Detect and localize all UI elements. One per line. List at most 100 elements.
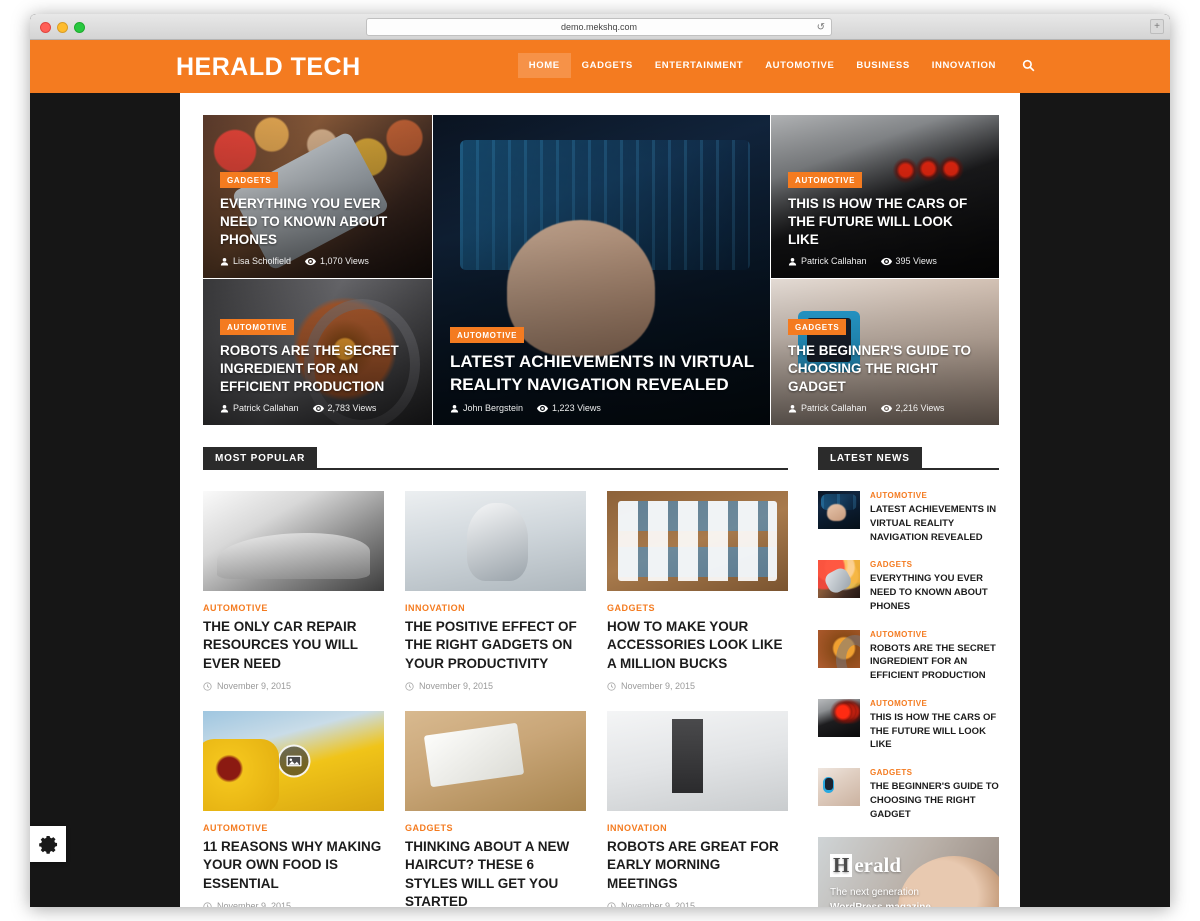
hero-views: 2,216 Views — [880, 403, 944, 413]
article-title[interactable]: THINKING ABOUT A NEW HAIRCUT? THESE 6 ST… — [405, 838, 586, 907]
settings-toggle-button[interactable] — [30, 826, 66, 862]
hero-title[interactable]: THIS IS HOW THE CARS OF THE FUTURE WILL … — [788, 195, 985, 249]
hero-title[interactable]: LATEST ACHIEVEMENTS IN VIRTUAL REALITY N… — [450, 350, 756, 396]
news-title[interactable]: LATEST ACHIEVEMENTS IN VIRTUAL REALITY N… — [870, 503, 999, 544]
hero-card-gadget-guide[interactable]: GADGETS THE BEGINNER'S GUIDE TO CHOOSING… — [771, 279, 999, 425]
article-title[interactable]: ROBOTS ARE GREAT FOR EARLY MORNING MEETI… — [607, 838, 788, 893]
hero-author: Patrick Callahan — [220, 403, 299, 413]
article-title[interactable]: HOW TO MAKE YOUR ACCESSORIES LOOK LIKE A… — [607, 618, 788, 673]
article-title[interactable]: THE POSITIVE EFFECT OF THE RIGHT GADGETS… — [405, 618, 586, 673]
article-thumbnail[interactable] — [405, 491, 586, 591]
hero-title[interactable]: ROBOTS ARE THE SECRET INGREDIENT FOR AN … — [220, 342, 418, 396]
news-title[interactable]: THIS IS HOW THE CARS OF THE FUTURE WILL … — [870, 711, 999, 752]
article-card[interactable]: AUTOMOTIVE THE ONLY CAR REPAIR RESOURCES… — [203, 491, 384, 691]
article-category[interactable]: AUTOMOTIVE — [203, 603, 384, 613]
eye-icon — [305, 257, 317, 265]
article-thumbnail[interactable] — [607, 711, 788, 812]
eye-icon — [880, 404, 892, 412]
sidebar-ad-banner[interactable]: Herald The next generation WordPress mag… — [818, 837, 999, 907]
hero-author: Patrick Callahan — [788, 256, 867, 266]
ad-logo-rest: erald — [854, 853, 901, 878]
gallery-icon — [277, 744, 310, 778]
gear-icon — [38, 835, 57, 854]
article-card[interactable]: INNOVATION ROBOTS ARE GREAT FOR EARLY MO… — [607, 711, 788, 907]
news-list-item[interactable]: AUTOMOTIVE ROBOTS ARE THE SECRET INGREDI… — [818, 629, 999, 683]
news-category[interactable]: AUTOMOTIVE — [870, 491, 999, 500]
section-header-most-popular: MOST POPULAR — [203, 447, 788, 470]
reload-icon[interactable]: ↺ — [817, 22, 825, 33]
user-icon — [450, 404, 459, 412]
news-category[interactable]: GADGETS — [870, 768, 999, 777]
main-navigation: HOME GADGETS ENTERTAINMENT AUTOMOTIVE BU… — [517, 53, 1040, 78]
news-category[interactable]: GADGETS — [870, 560, 999, 569]
hero-views: 1,223 Views — [537, 403, 601, 413]
news-list-item[interactable]: AUTOMOTIVE THIS IS HOW THE CARS OF THE F… — [818, 698, 999, 752]
article-thumbnail[interactable] — [405, 711, 586, 812]
eye-icon — [537, 404, 549, 412]
news-category[interactable]: AUTOMOTIVE — [870, 699, 999, 708]
news-title[interactable]: ROBOTS ARE THE SECRET INGREDIENT FOR AN … — [870, 642, 999, 683]
article-category[interactable]: INNOVATION — [607, 823, 788, 833]
news-thumbnail[interactable] — [818, 768, 860, 807]
article-category[interactable]: GADGETS — [405, 823, 586, 833]
search-icon[interactable] — [1017, 54, 1040, 77]
article-title[interactable]: THE ONLY CAR REPAIR RESOURCES YOU WILL E… — [203, 618, 384, 673]
new-tab-button[interactable]: + — [1150, 19, 1164, 34]
article-category[interactable]: GADGETS — [607, 603, 788, 613]
nav-item-business[interactable]: BUSINESS — [845, 53, 920, 78]
news-list-item[interactable]: AUTOMOTIVE LATEST ACHIEVEMENTS IN VIRTUA… — [818, 491, 999, 544]
news-thumbnail[interactable] — [818, 698, 860, 737]
article-card[interactable]: INNOVATION THE POSITIVE EFFECT OF THE RI… — [405, 491, 586, 691]
site-logo[interactable]: HERALD TECH — [176, 53, 361, 82]
article-card[interactable]: GADGETS THINKING ABOUT A NEW HAIRCUT? TH… — [405, 711, 586, 907]
news-thumbnail[interactable] — [818, 560, 860, 599]
news-title[interactable]: THE BEGINNER'S GUIDE TO CHOOSING THE RIG… — [870, 780, 999, 821]
hero-views: 1,070 Views — [305, 256, 369, 266]
address-bar[interactable]: demo.mekshq.com ↺ — [366, 18, 832, 36]
hero-category-badge[interactable]: AUTOMOTIVE — [450, 326, 525, 343]
news-list-item[interactable]: GADGETS EVERYTHING YOU EVER NEED TO KNOW… — [818, 560, 999, 613]
news-title[interactable]: EVERYTHING YOU EVER NEED TO KNOWN ABOUT … — [870, 572, 999, 613]
close-window-button[interactable] — [40, 22, 51, 33]
article-date: November 9, 2015 — [607, 901, 788, 907]
hero-card-robots[interactable]: AUTOMOTIVE ROBOTS ARE THE SECRET INGREDI… — [203, 279, 432, 425]
nav-item-gadgets[interactable]: GADGETS — [571, 53, 644, 78]
article-thumbnail[interactable] — [203, 711, 384, 812]
nav-item-automotive[interactable]: AUTOMOTIVE — [754, 53, 845, 78]
article-category[interactable]: AUTOMOTIVE — [203, 823, 384, 833]
hero-category-badge[interactable]: GADGETS — [220, 172, 279, 189]
article-date: November 9, 2015 — [405, 681, 586, 691]
nav-item-innovation[interactable]: INNOVATION — [921, 53, 1007, 78]
hero-title[interactable]: THE BEGINNER'S GUIDE TO CHOOSING THE RIG… — [788, 342, 985, 396]
nav-item-home[interactable]: HOME — [517, 53, 571, 78]
hero-category-badge[interactable]: AUTOMOTIVE — [788, 172, 863, 189]
article-card[interactable]: GADGETS HOW TO MAKE YOUR ACCESSORIES LOO… — [607, 491, 788, 691]
hero-card-future-cars[interactable]: AUTOMOTIVE THIS IS HOW THE CARS OF THE F… — [771, 115, 999, 278]
article-card[interactable]: AUTOMOTIVE 11 REASONS WHY MAKING YOUR OW… — [203, 711, 384, 907]
article-category[interactable]: INNOVATION — [405, 603, 586, 613]
address-bar-url: demo.mekshq.com — [560, 22, 638, 32]
hero-card-phones[interactable]: GADGETS EVERYTHING YOU EVER NEED TO KNOW… — [203, 115, 432, 278]
eye-icon — [880, 257, 892, 265]
content-columns: MOST POPULAR AUTOMOTIVE THE ONLY CAR REP… — [203, 447, 999, 907]
hero-category-badge[interactable]: GADGETS — [788, 319, 847, 336]
news-category[interactable]: AUTOMOTIVE — [870, 630, 999, 639]
minimize-window-button[interactable] — [57, 22, 68, 33]
clock-icon — [203, 902, 212, 907]
news-thumbnail[interactable] — [818, 491, 860, 529]
eye-icon — [312, 404, 324, 412]
hero-card-vr[interactable]: AUTOMOTIVE LATEST ACHIEVEMENTS IN VIRTUA… — [433, 115, 770, 425]
maximize-window-button[interactable] — [74, 22, 85, 33]
camera-icon — [479, 744, 512, 778]
news-list-item[interactable]: GADGETS THE BEGINNER'S GUIDE TO CHOOSING… — [818, 768, 999, 821]
hero-title[interactable]: EVERYTHING YOU EVER NEED TO KNOWN ABOUT … — [220, 195, 418, 249]
hero-views: 2,783 Views — [312, 403, 376, 413]
article-thumbnail[interactable] — [607, 491, 788, 591]
ad-tagline: The next generation WordPress magazine t… — [830, 886, 931, 907]
news-thumbnail[interactable] — [818, 629, 860, 668]
article-thumbnail[interactable] — [203, 491, 384, 591]
hero-author: Lisa Scholfield — [220, 256, 291, 266]
hero-category-badge[interactable]: AUTOMOTIVE — [220, 319, 295, 336]
article-title[interactable]: 11 REASONS WHY MAKING YOUR OWN FOOD IS E… — [203, 838, 384, 893]
nav-item-entertainment[interactable]: ENTERTAINMENT — [644, 53, 754, 78]
